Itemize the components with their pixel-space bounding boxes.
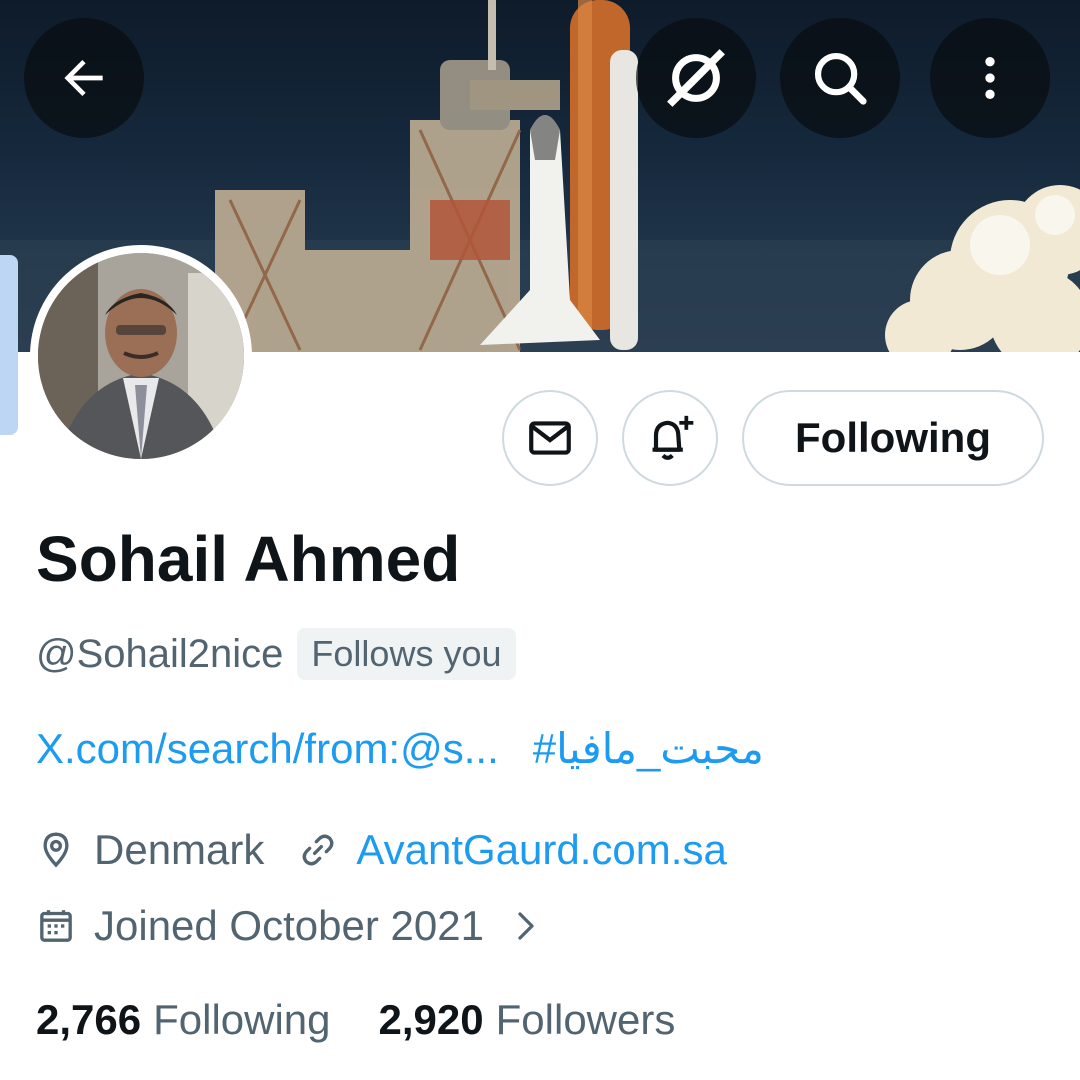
profile-handle: @Sohail2nice [36,631,284,676]
followers-stat[interactable]: 2,920 Followers [379,996,676,1044]
message-button[interactable] [502,390,598,486]
following-label: Following [153,996,331,1043]
location-pin-icon [36,830,76,870]
profile-bio: X.com/search/from:@s... #محبت_مافیا [36,724,764,773]
profile-stats: 2,766 Following 2,920 Followers [36,996,675,1044]
location-text: Denmark [94,826,265,873]
handle-row: @Sohail2nice Follows you [36,628,516,680]
arrow-left-icon [64,60,103,96]
following-count: 2,766 [36,996,142,1043]
joined-text: Joined October 2021 [94,902,484,949]
follows-you-badge: Follows you [297,628,516,680]
notifications-button[interactable] [622,390,718,486]
slash-circle-icon [667,49,725,107]
profile-meta-location: Denmark AvantGaurd.com.sa [36,826,727,874]
side-scroll-tab [0,255,18,435]
following-stat[interactable]: 2,766 Following [36,996,331,1044]
back-button[interactable] [24,18,144,138]
more-button[interactable] [930,18,1050,138]
grok-button[interactable] [636,18,756,138]
followers-count: 2,920 [378,996,484,1043]
link-icon [298,830,338,870]
bell-plus-icon [652,415,694,460]
chevron-right-icon [508,908,544,944]
following-button[interactable]: Following [742,390,1044,486]
followers-label: Followers [495,996,676,1043]
profile-name: Sohail Ahmed [36,523,461,595]
avatar-photo [38,253,244,459]
search-icon [814,52,867,105]
bio-link[interactable]: X.com/search/from:@s... [36,725,499,773]
search-button[interactable] [780,18,900,138]
calendar-icon [36,906,76,946]
avatar[interactable] [30,245,252,467]
bio-hashtag[interactable]: #محبت_مافیا [533,724,764,773]
profile-meta-joined[interactable]: Joined October 2021 [36,902,562,950]
mail-icon [529,421,571,455]
website-link[interactable]: AvantGaurd.com.sa [356,826,726,874]
following-button-label: Following [795,414,991,461]
more-vertical-icon [985,57,995,99]
